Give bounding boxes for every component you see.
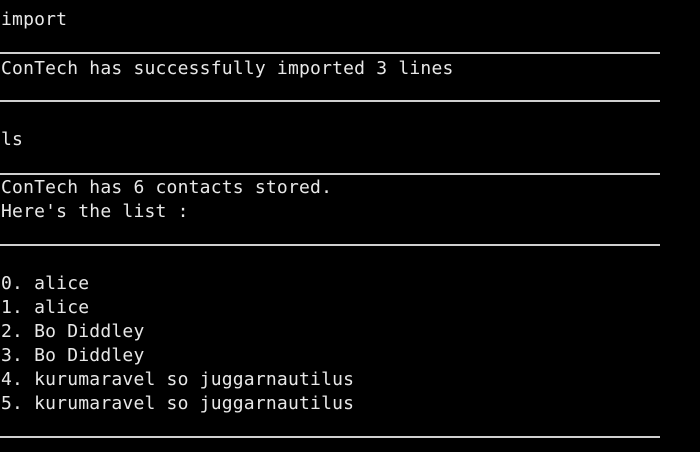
separator-rule	[0, 436, 660, 438]
separator-rule	[0, 173, 660, 175]
contact-list-item: 4. kurumaravel so juggarnautilus	[1, 369, 355, 390]
separator-rule	[0, 244, 660, 246]
separator-rule	[0, 52, 660, 54]
contact-list-item: 5. kurumaravel so juggarnautilus	[1, 393, 355, 414]
command-line-ls: ls	[1, 129, 24, 150]
list-header-text: Here's the list :	[1, 201, 189, 222]
contact-list-item: 2. Bo Diddley	[1, 321, 145, 342]
contact-count-text: ConTech has 6 contacts stored.	[1, 177, 333, 198]
contact-list-item: 3. Bo Diddley	[1, 345, 145, 366]
contact-list-item: 0. alice	[1, 273, 90, 294]
contact-list-item: 1. alice	[1, 297, 90, 318]
separator-rule	[0, 100, 660, 102]
command-line-import: import	[1, 9, 68, 30]
import-result-text: ConTech has successfully imported 3 line…	[1, 58, 454, 79]
